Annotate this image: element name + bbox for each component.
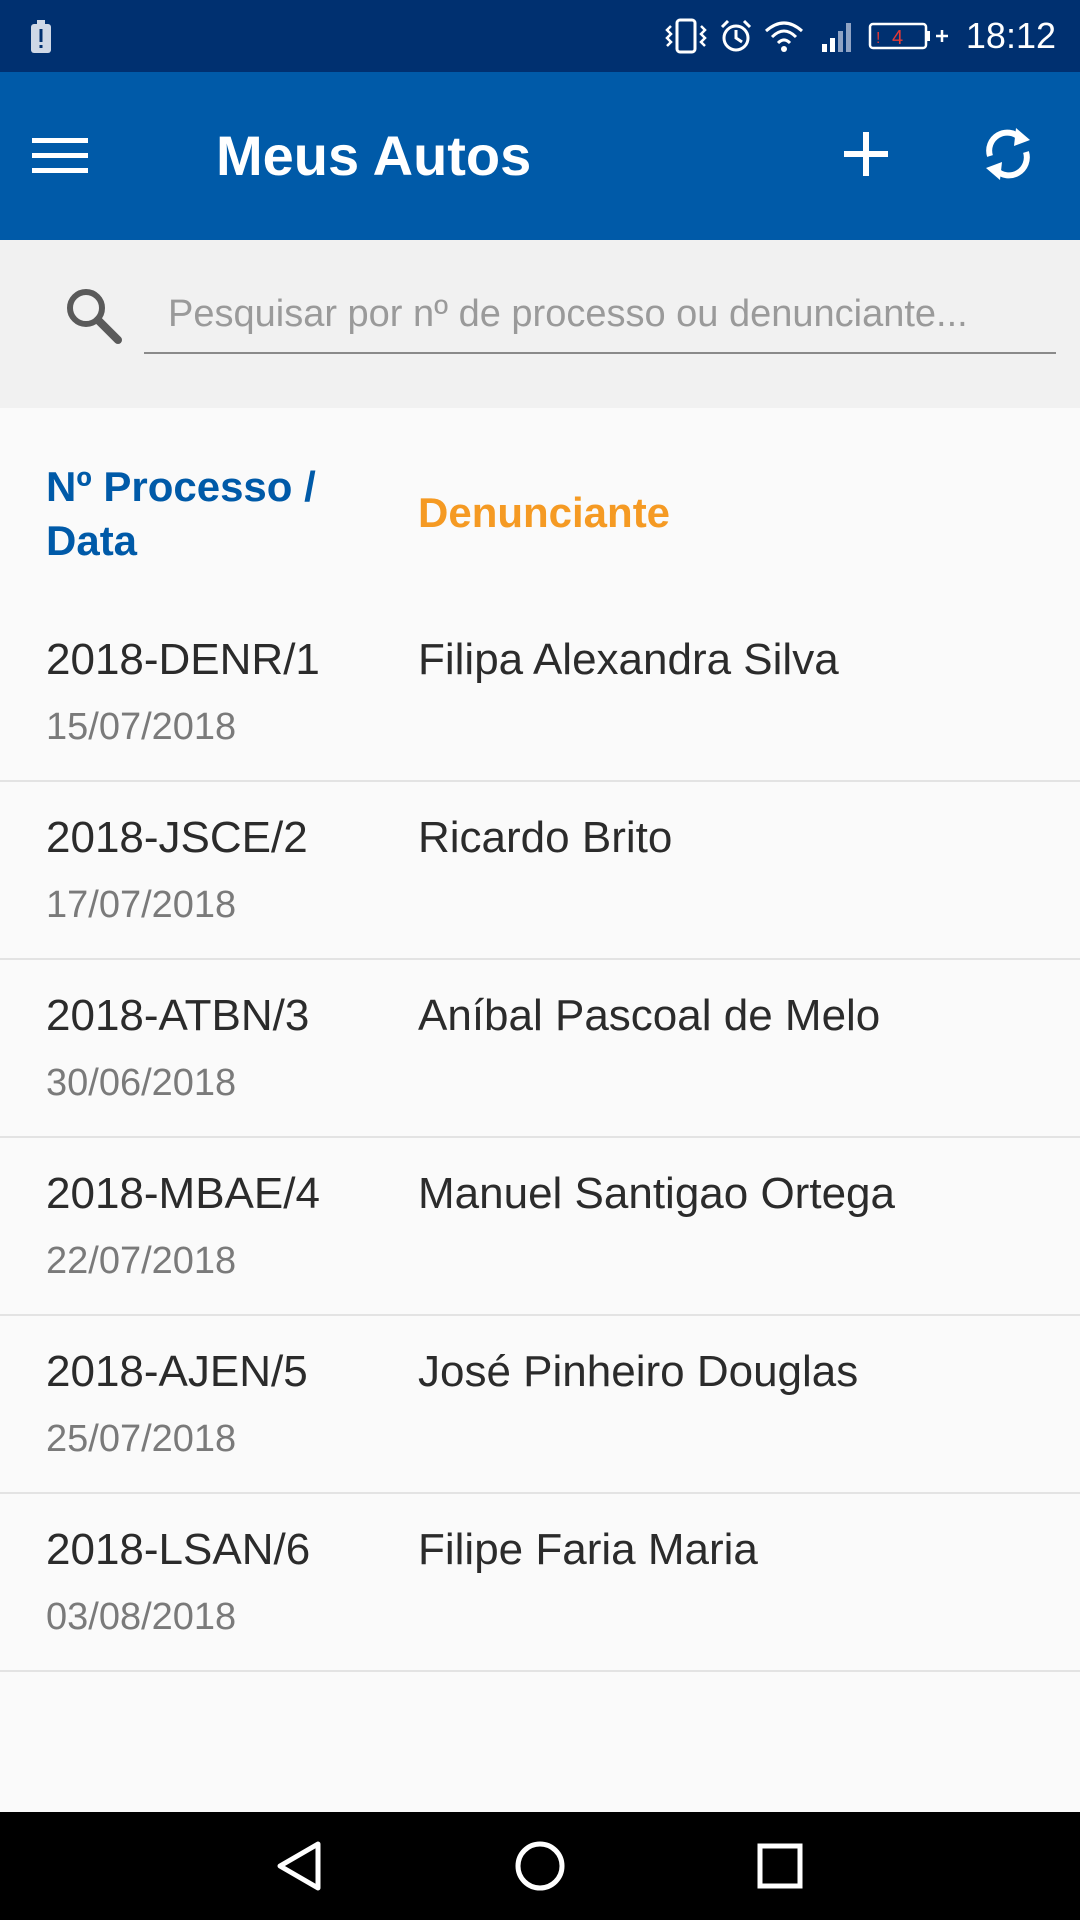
back-icon	[277, 1841, 321, 1891]
page-title: Meus Autos	[216, 124, 532, 187]
process-number: 2018-MBAE/4	[46, 1169, 320, 1218]
recents-icon	[757, 1843, 803, 1889]
system-nav-bar	[0, 1812, 1080, 1920]
process-number: 2018-ATBN/3	[46, 991, 310, 1040]
list-item[interactable]: 2018-JSCE/2 17/07/2018 Ricardo Brito	[0, 782, 1080, 960]
list-item[interactable]: 2018-MBAE/4 22/07/2018 Manuel Santigao O…	[0, 1138, 1080, 1316]
app-bar: Meus Autos	[0, 72, 1080, 240]
alert-icon	[31, 20, 51, 53]
recents-button[interactable]	[740, 1826, 820, 1906]
svg-text:4: 4	[892, 27, 903, 49]
search-input[interactable]	[144, 276, 1056, 354]
complainant-name: Aníbal Pascoal de Melo	[418, 991, 881, 1040]
back-button[interactable]	[260, 1826, 340, 1906]
process-date: 15/07/2018	[46, 706, 237, 748]
process-number: 2018-LSAN/6	[46, 1525, 311, 1574]
complainant-name: Filipa Alexandra Silva	[418, 635, 839, 684]
complainant-name: Filipe Faria Maria	[418, 1525, 758, 1574]
list-item[interactable]: 2018-DENR/1 15/07/2018 Filipa Alexandra …	[0, 604, 1080, 782]
header-processo-data: Nº Processo / Data	[46, 463, 316, 564]
process-number: 2018-DENR/1	[46, 635, 320, 684]
list-item[interactable]: 2018-ATBN/3 30/06/2018 Aníbal Pascoal de…	[0, 960, 1080, 1138]
process-date: 25/07/2018	[46, 1418, 237, 1460]
process-date: 17/07/2018	[46, 884, 237, 926]
battery-icon: ! 4	[868, 22, 948, 50]
menu-button[interactable]	[30, 112, 138, 200]
clock-time: 18:12	[965, 15, 1056, 56]
table-header: Nº Processo / Data Denunciante	[0, 408, 1080, 604]
home-icon	[515, 1841, 565, 1891]
process-list: 2018-DENR/1 15/07/2018 Filipa Alexandra …	[0, 604, 1080, 1672]
search-icon	[67, 289, 122, 344]
svg-text:!: !	[876, 30, 880, 47]
vibrate-icon	[665, 18, 707, 54]
process-number: 2018-AJEN/5	[46, 1347, 308, 1396]
refresh-icon	[986, 128, 1030, 180]
list-item[interactable]: 2018-AJEN/5 25/07/2018 José Pinheiro Dou…	[0, 1316, 1080, 1494]
header-denunciante: Denunciante	[418, 489, 671, 536]
search-bar	[0, 240, 1080, 408]
process-number: 2018-JSCE/2	[46, 813, 308, 862]
refresh-button[interactable]	[968, 114, 1048, 194]
list-item[interactable]: 2018-LSAN/6 03/08/2018 Filipe Faria Mari…	[0, 1494, 1080, 1672]
complainant-name: Ricardo Brito	[418, 813, 673, 862]
add-icon	[844, 132, 888, 176]
menu-icon	[32, 138, 88, 173]
wifi-icon	[764, 21, 803, 52]
process-date: 03/08/2018	[46, 1596, 237, 1638]
home-button[interactable]	[500, 1826, 580, 1906]
add-button[interactable]	[826, 114, 906, 194]
process-date: 22/07/2018	[46, 1240, 237, 1282]
alarm-icon	[720, 19, 751, 52]
status-bar: ! 4 18:12	[0, 0, 1080, 72]
process-date: 30/06/2018	[46, 1062, 237, 1104]
complainant-name: José Pinheiro Douglas	[418, 1347, 859, 1396]
signal-icon	[821, 23, 851, 52]
complainant-name: Manuel Santigao Ortega	[418, 1169, 895, 1218]
